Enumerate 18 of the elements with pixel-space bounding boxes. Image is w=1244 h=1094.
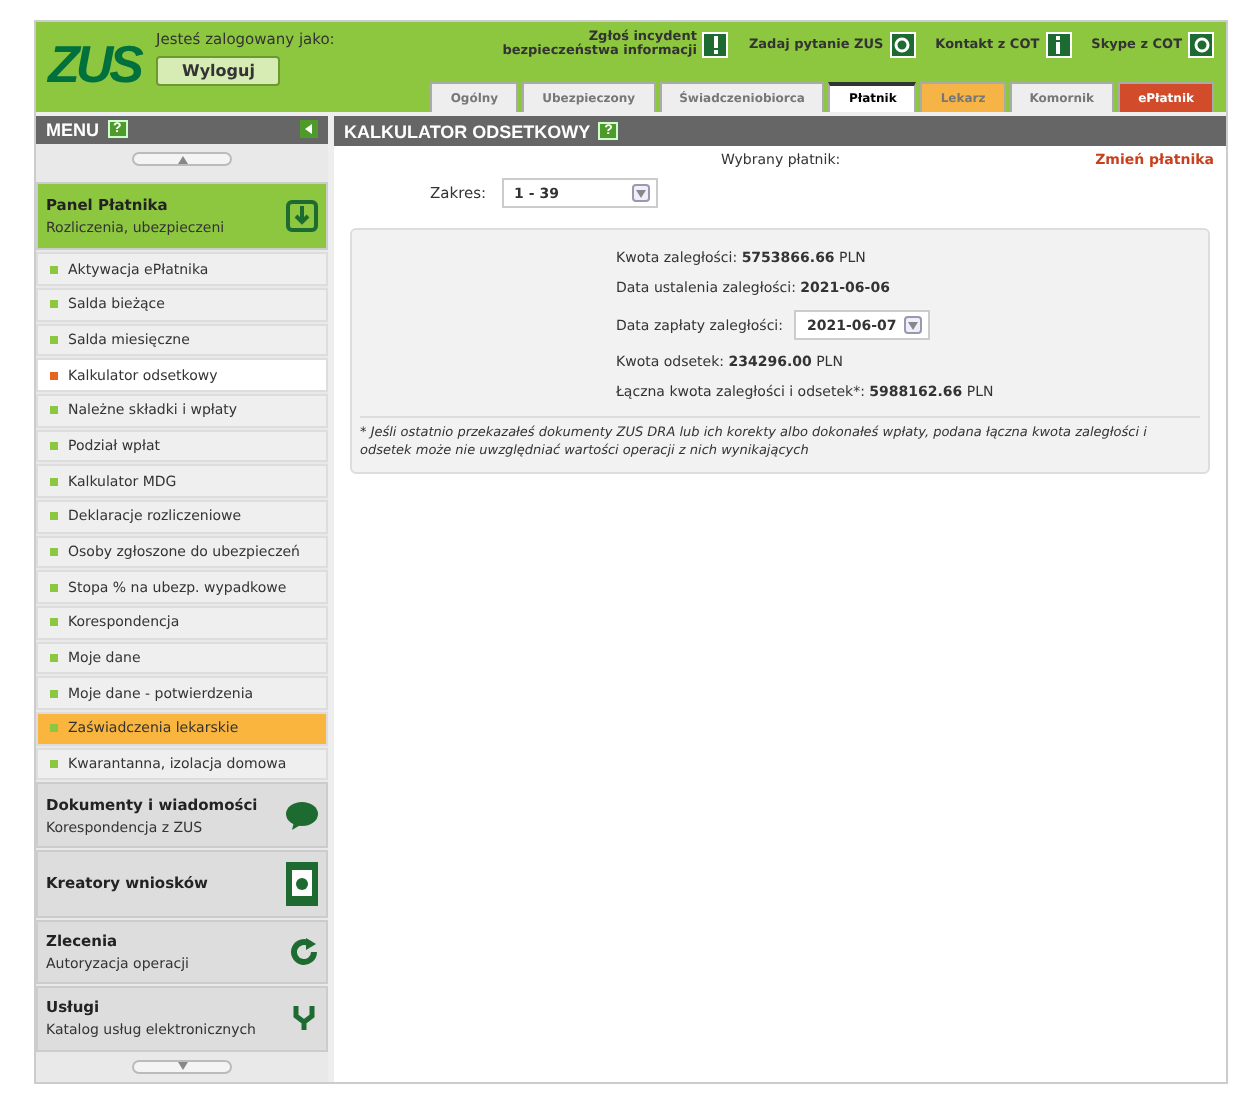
refresh-icon bbox=[290, 938, 318, 967]
fork-icon bbox=[290, 1004, 318, 1033]
caret-icon bbox=[177, 155, 187, 163]
dropdown-icon bbox=[632, 184, 651, 202]
logout-button[interactable]: Wyloguj bbox=[156, 56, 281, 86]
collapse-icon[interactable] bbox=[300, 120, 318, 139]
caret-icon bbox=[177, 1062, 187, 1071]
zus-logo: ZUS bbox=[48, 32, 140, 98]
dropdown-icon bbox=[904, 316, 923, 334]
scroll-up-button[interactable] bbox=[132, 151, 232, 167]
info-icon bbox=[1045, 31, 1072, 58]
menu-title: MENU bbox=[46, 119, 99, 140]
speech-bubble-icon bbox=[286, 801, 318, 829]
alert-icon bbox=[702, 31, 729, 58]
document-icon bbox=[286, 861, 318, 906]
download-icon bbox=[286, 200, 318, 233]
scroll-down-button[interactable] bbox=[132, 1059, 232, 1075]
page-title: KALKULATOR ODSETKOWY bbox=[344, 121, 591, 141]
